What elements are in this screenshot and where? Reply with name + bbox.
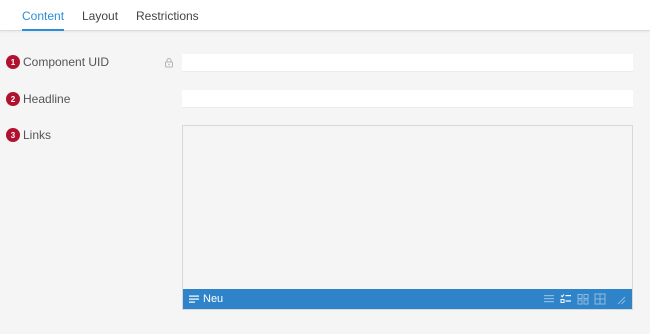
tab-content[interactable]: Content xyxy=(22,0,65,31)
links-label: Links xyxy=(23,128,52,142)
grid-icon[interactable] xyxy=(577,293,589,305)
field-number-badge: 2 xyxy=(6,92,20,106)
field-number-badge: 1 xyxy=(6,55,20,69)
headline-label: Headline xyxy=(23,92,71,106)
tab-layout[interactable]: Layout xyxy=(82,0,118,30)
headline-label-row: 2 Headline xyxy=(6,91,70,107)
component-uid-input[interactable] xyxy=(182,54,633,72)
resize-handle-icon[interactable] xyxy=(614,293,626,305)
tab-restrictions[interactable]: Restrictions xyxy=(136,0,199,30)
component-uid-label: Component UID xyxy=(23,55,110,69)
list-icon[interactable] xyxy=(543,293,555,305)
component-uid-label-row: 1 Component UID xyxy=(6,54,109,70)
list-add-icon xyxy=(189,295,199,303)
field-number-badge: 3 xyxy=(6,128,20,142)
new-link-label: Neu xyxy=(203,293,224,305)
links-list-area[interactable]: Neu xyxy=(182,125,633,310)
checklist-icon[interactable] xyxy=(560,293,572,305)
headline-input[interactable] xyxy=(182,90,633,108)
links-label-row: 3 Links xyxy=(6,127,51,143)
new-link-button[interactable]: Neu xyxy=(183,289,223,309)
view-mode-icons xyxy=(538,289,632,309)
links-toolbar: Neu xyxy=(183,289,632,309)
grid-alt-icon[interactable] xyxy=(594,293,606,305)
lock-icon xyxy=(165,58,173,68)
tab-bar: Content Layout Restrictions xyxy=(0,0,650,31)
